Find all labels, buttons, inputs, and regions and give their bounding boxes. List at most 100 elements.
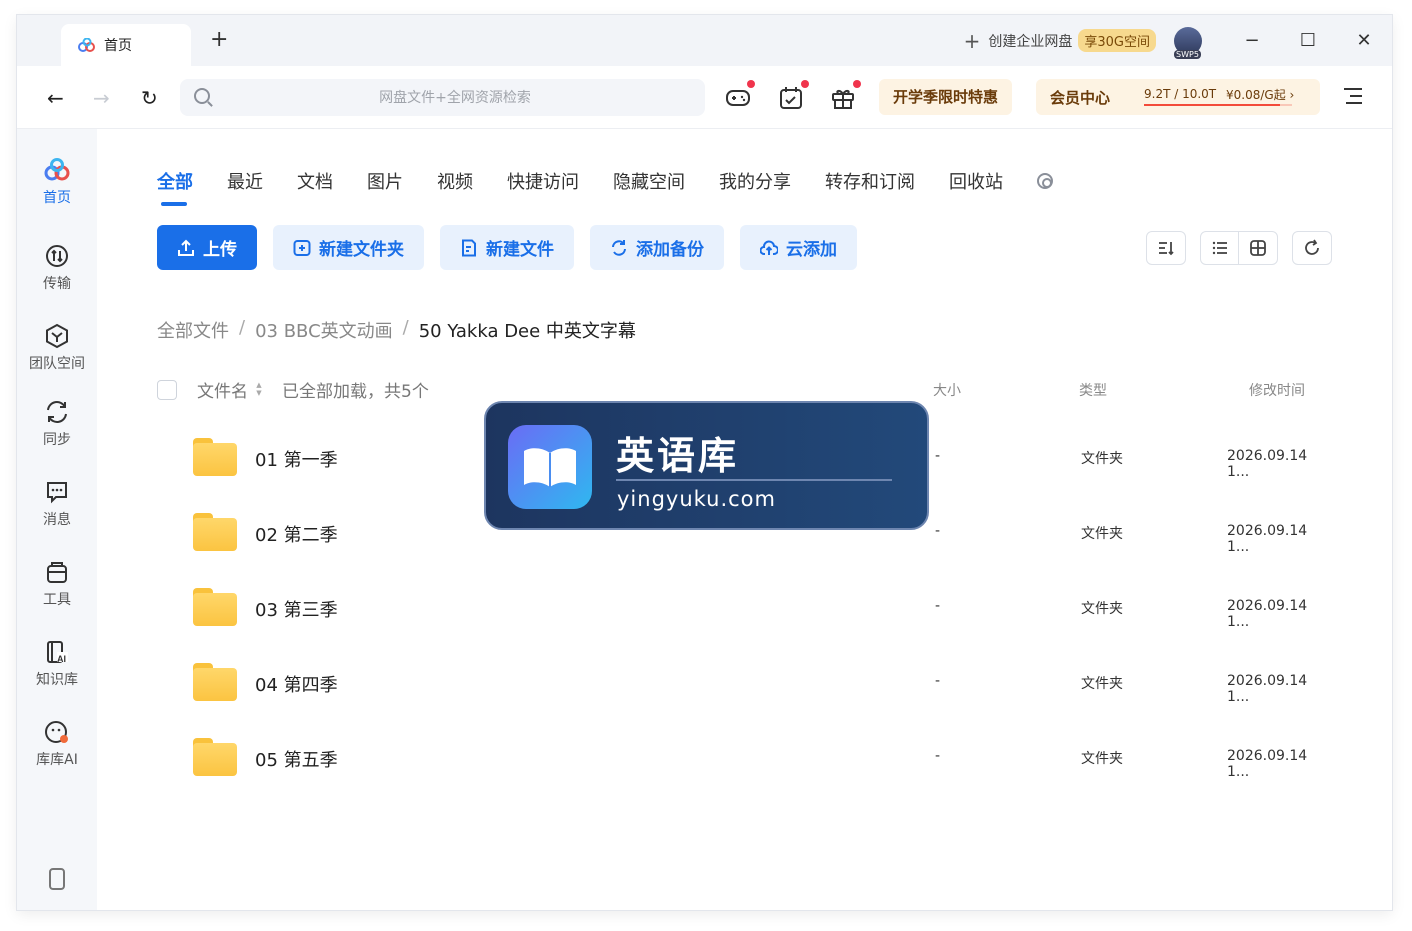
mobile-device-icon[interactable] <box>49 868 65 890</box>
storage-usage-bar <box>1144 104 1292 106</box>
knowledge-base-icon: AI <box>47 641 68 664</box>
tools-icon <box>47 562 67 583</box>
list-view-button[interactable] <box>1201 232 1239 264</box>
sidebar-item-sync[interactable]: 同步 <box>17 399 97 449</box>
breadcrumb-all-files[interactable]: 全部文件 <box>157 317 229 343</box>
tab-settings-icon[interactable] <box>1037 173 1053 189</box>
table-row[interactable]: 03 第三季 - 文件夹 2026.09.14 1... <box>157 572 1332 647</box>
file-name[interactable]: 01 第一季 <box>255 446 338 472</box>
folder-icon <box>193 438 237 476</box>
refresh-icon <box>1305 239 1319 255</box>
file-size: - <box>935 523 941 539</box>
tab-documents[interactable]: 文档 <box>297 168 333 194</box>
sidebar-item-knowledge[interactable]: AI 知识库 <box>17 639 97 689</box>
tab-images[interactable]: 图片 <box>367 168 403 194</box>
menu-button[interactable] <box>1344 88 1362 109</box>
breadcrumb-bbc-folder[interactable]: 03 BBC英文动画 <box>255 317 393 343</box>
column-name-header[interactable]: 文件名 <box>197 377 248 402</box>
column-size-header[interactable]: 大小 <box>933 380 961 400</box>
sort-button[interactable] <box>1146 231 1186 265</box>
tab-recycle-bin[interactable]: 回收站 <box>949 168 1003 194</box>
forward-button[interactable]: → <box>93 86 110 110</box>
vip-center-button[interactable]: 会员中心 9.2T / 10.0T ¥0.08/G起 › <box>1036 79 1320 115</box>
sidebar-item-label: 消息 <box>43 512 71 528</box>
minimize-button[interactable]: − <box>1224 30 1280 51</box>
file-modified-time: 2026.09.14 1... <box>1227 673 1308 705</box>
home-logo-icon <box>44 158 70 181</box>
sidebar-item-tools[interactable]: 工具 <box>17 559 97 609</box>
avatar[interactable]: SWP5 <box>1174 26 1202 59</box>
tab-home[interactable]: 首页 <box>61 24 191 66</box>
watermark-divider <box>616 479 892 481</box>
select-all-checkbox[interactable] <box>157 380 177 400</box>
file-size: - <box>935 448 941 464</box>
file-type: 文件夹 <box>1081 751 1123 767</box>
tab-quick-access[interactable]: 快捷访问 <box>507 168 579 194</box>
file-name[interactable]: 04 第四季 <box>255 671 338 697</box>
file-type: 文件夹 <box>1081 451 1123 467</box>
column-time-header[interactable]: 修改时间 <box>1249 380 1305 400</box>
notification-dot <box>853 80 861 88</box>
team-space-icon <box>46 323 68 349</box>
action-bar: 上传 新建文件夹 新建文件 添加备份 云添加 <box>157 225 873 270</box>
upload-icon <box>178 239 194 256</box>
tab-label: 首页 <box>104 38 132 54</box>
tab-all[interactable]: 全部 <box>157 168 193 206</box>
tab-recent[interactable]: 最近 <box>227 168 263 194</box>
file-name[interactable]: 03 第三季 <box>255 596 338 622</box>
sidebar-item-label: 知识库 <box>36 672 78 688</box>
add-backup-button[interactable]: 添加备份 <box>590 225 724 270</box>
file-size: - <box>935 598 941 614</box>
vip-center-label: 会员中心 <box>1050 89 1111 107</box>
sidebar-item-label: 同步 <box>43 432 71 448</box>
cloud-add-button[interactable]: 云添加 <box>740 225 857 270</box>
svg-text:AI: AI <box>57 654 66 664</box>
sidebar-item-label: 库库AI <box>36 752 78 768</box>
back-button[interactable]: ← <box>47 86 64 110</box>
watermark-overlay: 英语库 yingyuku.com <box>484 401 929 530</box>
sidebar-item-label: 团队空间 <box>29 356 85 372</box>
game-button[interactable] <box>725 80 755 110</box>
tab-videos[interactable]: 视频 <box>437 168 473 194</box>
file-name[interactable]: 05 第五季 <box>255 746 338 772</box>
promo-button[interactable]: 开学季限时特惠 <box>879 79 1013 115</box>
upload-button[interactable]: 上传 <box>157 225 257 270</box>
search-input[interactable] <box>220 79 690 116</box>
maximize-button[interactable]: ☐ <box>1280 30 1336 51</box>
create-enterprise-button[interactable]: + 创建企业网盘 <box>964 29 1073 53</box>
new-tab-button[interactable]: + <box>210 29 228 51</box>
breadcrumb: 全部文件 / 03 BBC英文动画 / 50 Yakka Dee 中英文字幕 <box>157 317 636 343</box>
gift-button[interactable] <box>831 80 861 110</box>
new-file-button[interactable]: 新建文件 <box>440 225 574 270</box>
view-mode-toggle <box>1200 231 1278 265</box>
file-size: - <box>935 673 941 689</box>
tab-saved-subscriptions[interactable]: 转存和订阅 <box>825 168 915 194</box>
table-row[interactable]: 05 第五季 - 文件夹 2026.09.14 1... <box>157 722 1332 797</box>
sidebar-item-messages[interactable]: 消息 <box>17 479 97 529</box>
sort-arrows-icon[interactable]: ▲▼ <box>255 381 263 397</box>
nav-toolbar: ← → ↻ 开学季限时特惠 会员中心 9.2T / 10.0T ¥0.08/G起… <box>17 66 1392 129</box>
refresh-button[interactable]: ↻ <box>141 86 158 110</box>
tab-hidden-space[interactable]: 隐藏空间 <box>613 168 685 194</box>
cloud-upload-icon <box>760 239 778 255</box>
file-modified-time: 2026.09.14 1... <box>1227 598 1308 630</box>
close-button[interactable]: ✕ <box>1336 30 1392 51</box>
file-name[interactable]: 02 第二季 <box>255 521 338 547</box>
column-type-header[interactable]: 类型 <box>1079 380 1107 400</box>
storage-usage-fill <box>1144 104 1281 106</box>
category-tabs: 全部 最近 文档 图片 视频 快捷访问 隐藏空间 我的分享 转存和订阅 回收站 <box>157 168 1053 206</box>
file-size: - <box>935 748 941 764</box>
refresh-list-button[interactable] <box>1292 231 1332 265</box>
file-modified-time: 2026.09.14 1... <box>1227 448 1308 480</box>
sidebar-item-team[interactable]: 团队空间 <box>17 323 97 373</box>
tab-my-shares[interactable]: 我的分享 <box>719 168 791 194</box>
table-row[interactable]: 04 第四季 - 文件夹 2026.09.14 1... <box>157 647 1332 722</box>
sidebar-item-home[interactable]: 首页 <box>17 157 97 207</box>
sidebar-item-transfer[interactable]: 传输 <box>17 243 97 293</box>
search-box[interactable] <box>180 79 705 116</box>
grid-view-button[interactable] <box>1239 232 1277 264</box>
new-folder-button[interactable]: 新建文件夹 <box>273 225 424 270</box>
checkin-button[interactable] <box>779 80 809 110</box>
vip-level-badge: SWP5 <box>1174 49 1201 59</box>
sidebar-item-kuku-ai[interactable]: 库库AI <box>17 719 97 769</box>
